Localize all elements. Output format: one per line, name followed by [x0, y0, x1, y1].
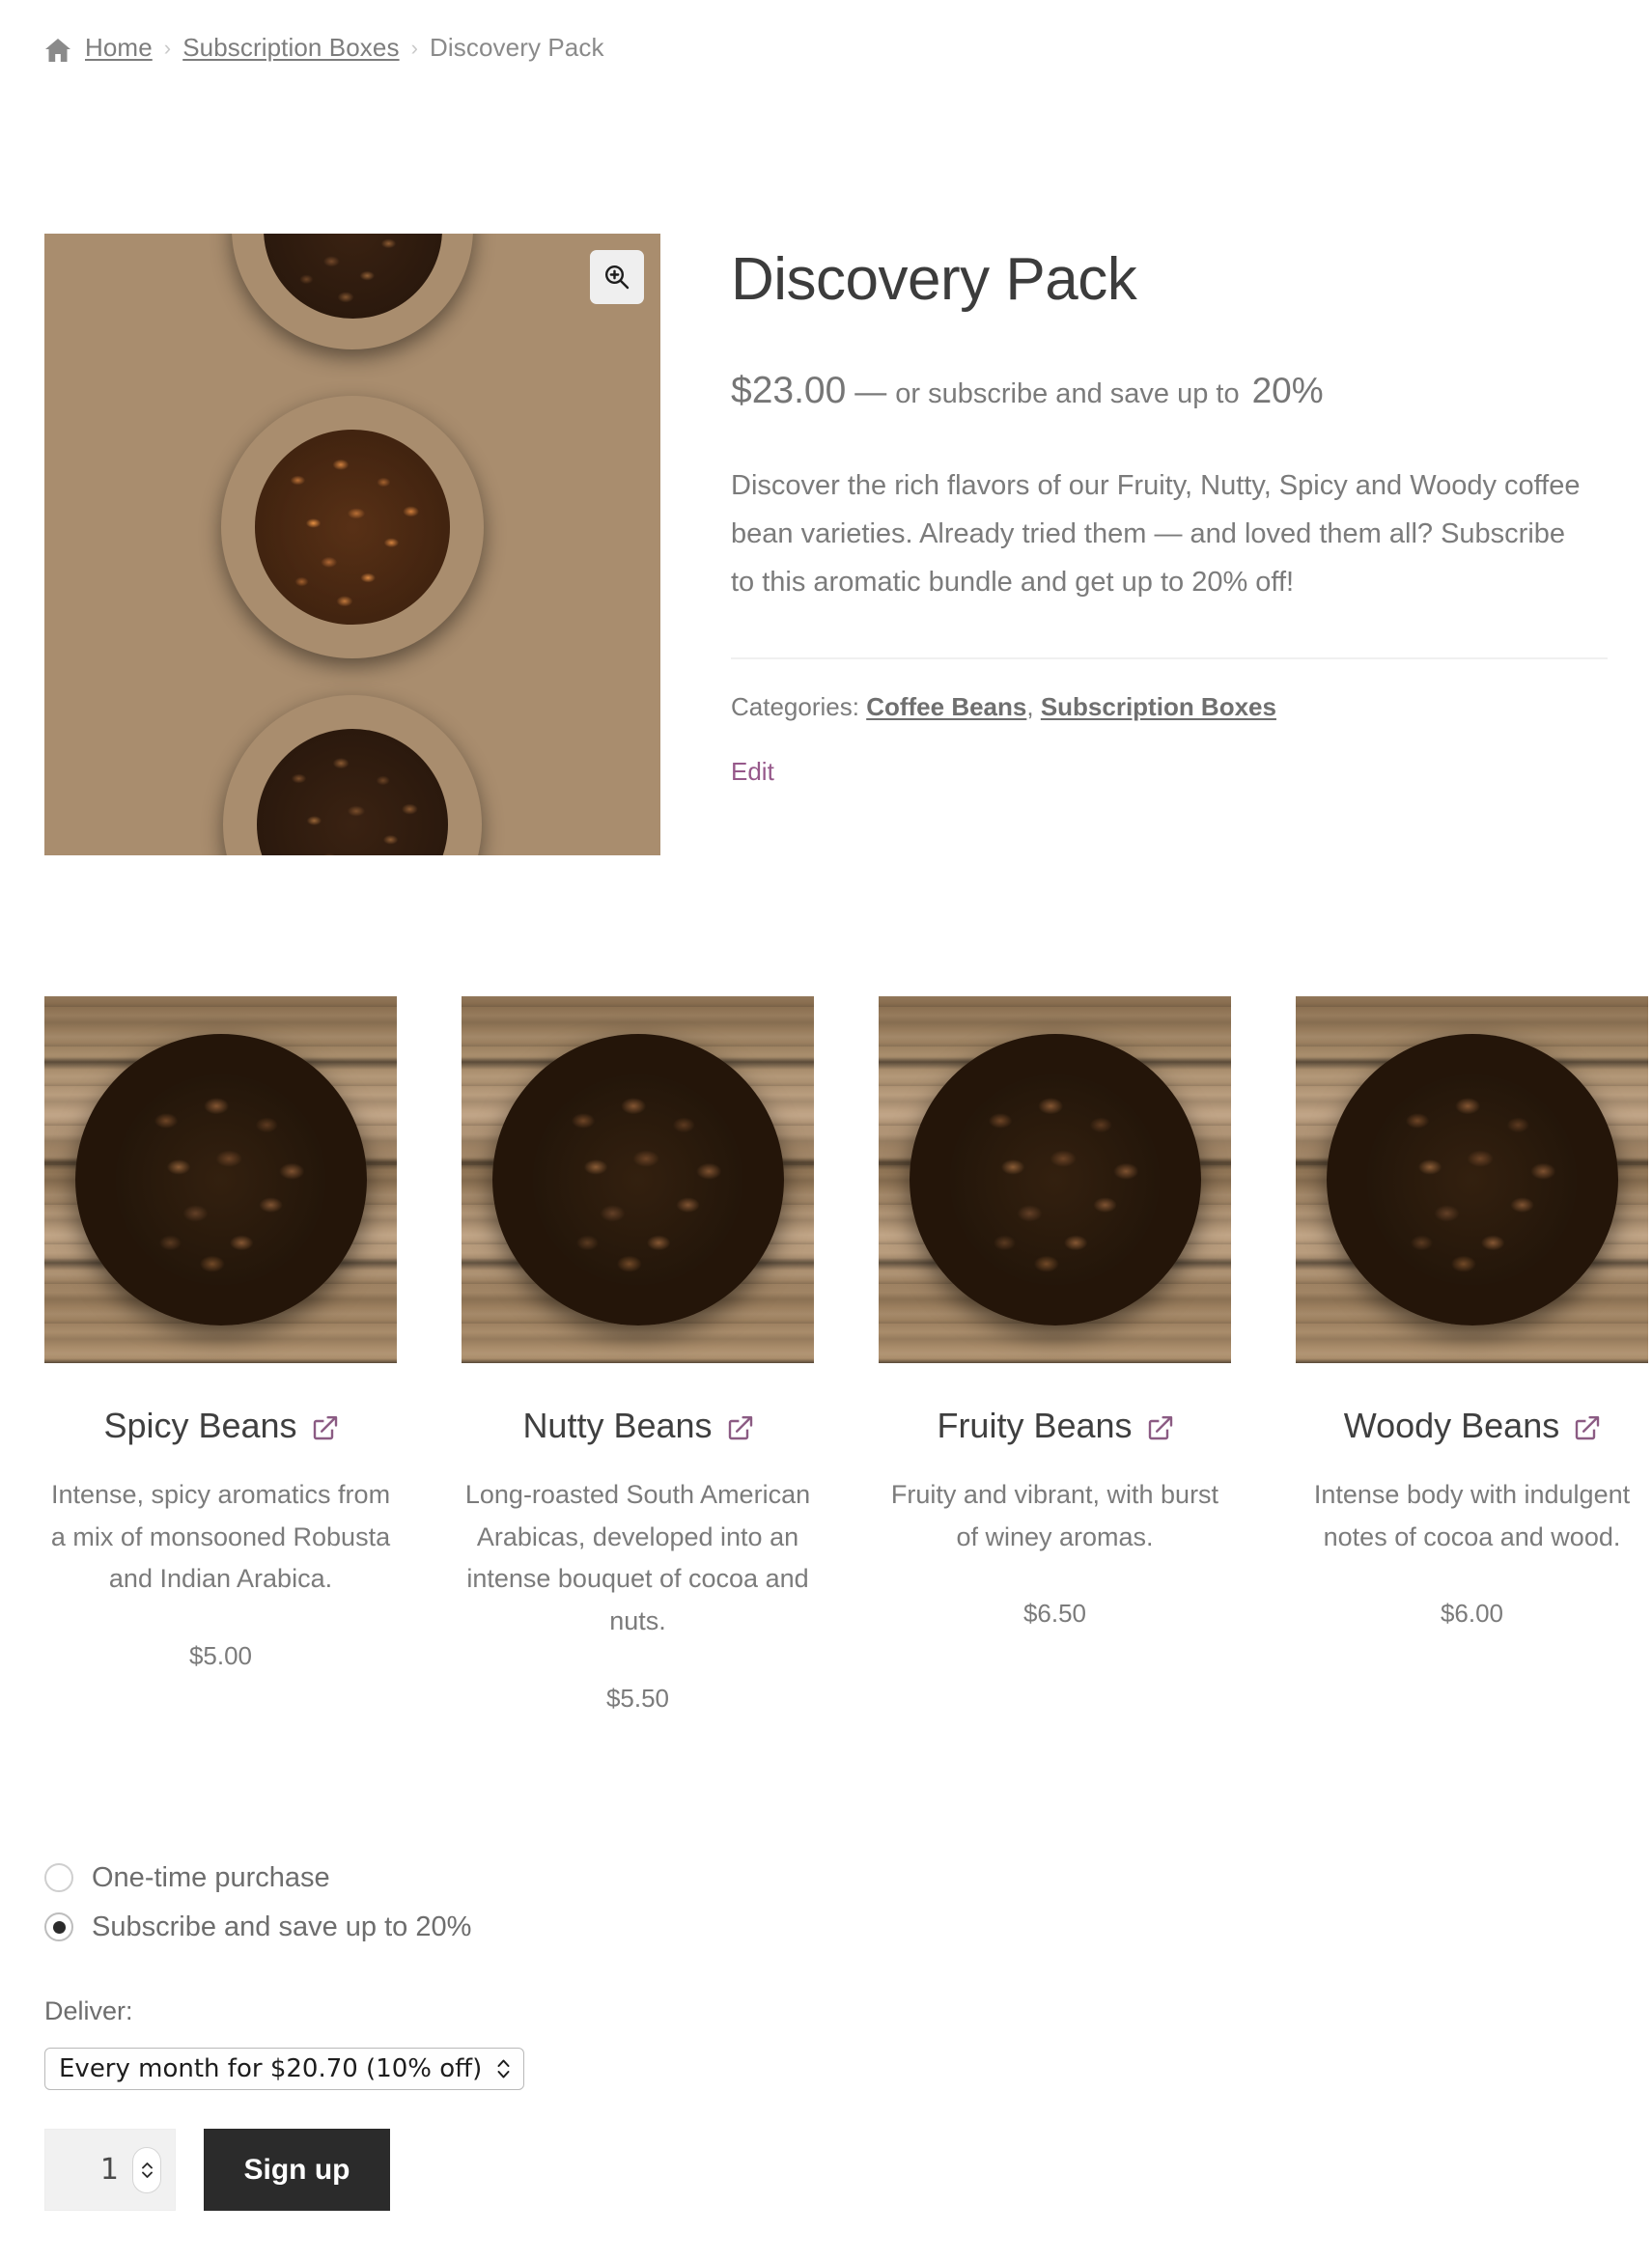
bundle-item-title: Spicy Beans — [103, 1409, 337, 1443]
product-summary: Discovery Pack $23.00 — or subscribe and… — [731, 234, 1608, 787]
product-description: Discover the rich flavors of our Fruity,… — [731, 469, 1581, 598]
subscribe-note: or subscribe and save up to — [895, 378, 1240, 410]
radio-subscribe[interactable] — [44, 1912, 73, 1941]
option-subscribe[interactable]: Subscribe and save up to 20% — [44, 1903, 913, 1951]
bean-bowl — [909, 1034, 1201, 1325]
bean-bowl — [491, 1034, 784, 1325]
option-one-time-purchase[interactable]: One-time purchase — [44, 1854, 913, 1902]
coffee-beans — [1366, 1074, 1578, 1285]
coffee-beans — [532, 1074, 743, 1285]
bundle-item-title: Woody Beans — [1344, 1409, 1600, 1443]
categories-join: , — [1026, 691, 1041, 721]
product-main-image[interactable] — [44, 234, 660, 855]
bundle-item-card: Fruity Beans Fruity and vibrant, with bu… — [879, 996, 1231, 1714]
sign-up-button[interactable]: Sign up — [204, 2129, 390, 2211]
breadcrumb-item-current: Discovery Pack — [430, 33, 604, 62]
breadcrumb: Home › Subscription Boxes › Discovery Pa… — [44, 33, 604, 63]
coffee-beans — [255, 430, 450, 625]
bundle-item-name: Woody Beans — [1343, 1406, 1560, 1445]
bundle-item-image[interactable] — [879, 996, 1231, 1363]
breadcrumb-separator: › — [410, 35, 419, 60]
option-label: One-time purchase — [92, 1861, 330, 1893]
bundle-item-name: Nutty Beans — [522, 1406, 713, 1445]
page-title: Discovery Pack — [731, 246, 1137, 313]
bundle-items-grid: Spicy Beans Intense, spicy aromatics fro… — [44, 996, 1648, 1714]
breadcrumb-item-subscription-boxes[interactable]: Subscription Boxes — [182, 33, 399, 63]
bundle-item-name: Fruity Beans — [937, 1406, 1133, 1445]
add-to-cart-row: 1 Sign up — [44, 2129, 390, 2211]
external-link-icon[interactable] — [728, 1415, 753, 1440]
bundle-item-card: Woody Beans Intense body with indulgent … — [1296, 996, 1648, 1714]
coffee-beans — [256, 728, 449, 855]
quantity-value: 1 — [99, 2153, 119, 2187]
coffee-beans — [949, 1074, 1161, 1285]
breadcrumb-item-home[interactable]: Home — [85, 33, 153, 63]
external-link-icon[interactable] — [313, 1415, 338, 1440]
option-label: Subscribe and save up to 20% — [92, 1911, 472, 1942]
magnifier-plus-icon[interactable] — [590, 250, 644, 304]
price-separator: — — [854, 374, 887, 410]
bundle-item-title: Fruity Beans — [937, 1409, 1172, 1443]
home-icon[interactable] — [44, 38, 71, 63]
categories-label: Categories: — [731, 691, 859, 721]
coffee-beans — [115, 1074, 326, 1285]
divider — [731, 656, 1608, 659]
category-link-subscription-boxes[interactable]: Subscription Boxes — [1041, 692, 1276, 721]
product-categories: Categories: Coffee Beans, Subscription B… — [731, 692, 1608, 722]
purchase-options: One-time purchase Subscribe and save up … — [44, 1854, 913, 2090]
product-page: Home › Subscription Boxes › Discovery Pa… — [0, 0, 1652, 2260]
chevron-updown-icon — [495, 2055, 512, 2082]
subscribe-percent: 20% — [1251, 371, 1324, 411]
breadcrumb-separator: › — [163, 35, 172, 60]
product-price: $23.00 — [731, 370, 847, 412]
external-link-icon[interactable] — [1575, 1415, 1600, 1440]
bundle-item-price: $5.50 — [605, 1683, 670, 1713]
price-row: $23.00 — or subscribe and save up to 20% — [731, 367, 1608, 416]
bundle-item-card: Nutty Beans Long-roasted South American … — [462, 996, 814, 1714]
bundle-item-card: Spicy Beans Intense, spicy aromatics fro… — [44, 996, 397, 1714]
radio-one-time[interactable] — [44, 1863, 73, 1892]
delivery-frequency-select[interactable]: Every month for $20.70 (10% off) — [44, 2048, 525, 2090]
bundle-item-price: $6.50 — [1022, 1599, 1087, 1629]
bundle-item-description: Intense body with indulgent notes of coc… — [1313, 1480, 1631, 1551]
bundle-item-description: Long-roasted South American Arabicas, de… — [464, 1480, 811, 1636]
bundle-item-description: Intense, spicy aromatics from a mix of m… — [50, 1480, 391, 1594]
category-link-coffee-beans[interactable]: Coffee Beans — [866, 692, 1026, 721]
bundle-item-description: Fruity and vibrant, with burst of winey … — [890, 1480, 1219, 1551]
bean-bowl — [74, 1034, 367, 1325]
coffee-beans — [263, 234, 442, 319]
bean-bowl — [221, 396, 484, 658]
delivery-frequency-value: Every month for $20.70 (10% off) — [59, 2054, 483, 2083]
external-link-icon[interactable] — [1148, 1415, 1173, 1440]
bean-bowl — [1326, 1034, 1618, 1325]
bundle-item-image[interactable] — [462, 996, 814, 1363]
bundle-item-image[interactable] — [1296, 996, 1648, 1363]
deliver-label: Deliver: — [44, 1996, 133, 2025]
bundle-item-image[interactable] — [44, 996, 397, 1363]
bundle-item-name: Spicy Beans — [103, 1406, 297, 1445]
bundle-item-title: Nutty Beans — [522, 1409, 752, 1443]
edit-link[interactable]: Edit — [731, 757, 774, 787]
bundle-item-price: $5.00 — [188, 1641, 253, 1671]
bundle-item-price: $6.00 — [1440, 1599, 1504, 1629]
quantity-stepper[interactable]: 1 — [44, 2129, 176, 2211]
quantity-spinner-icon[interactable] — [132, 2146, 161, 2193]
